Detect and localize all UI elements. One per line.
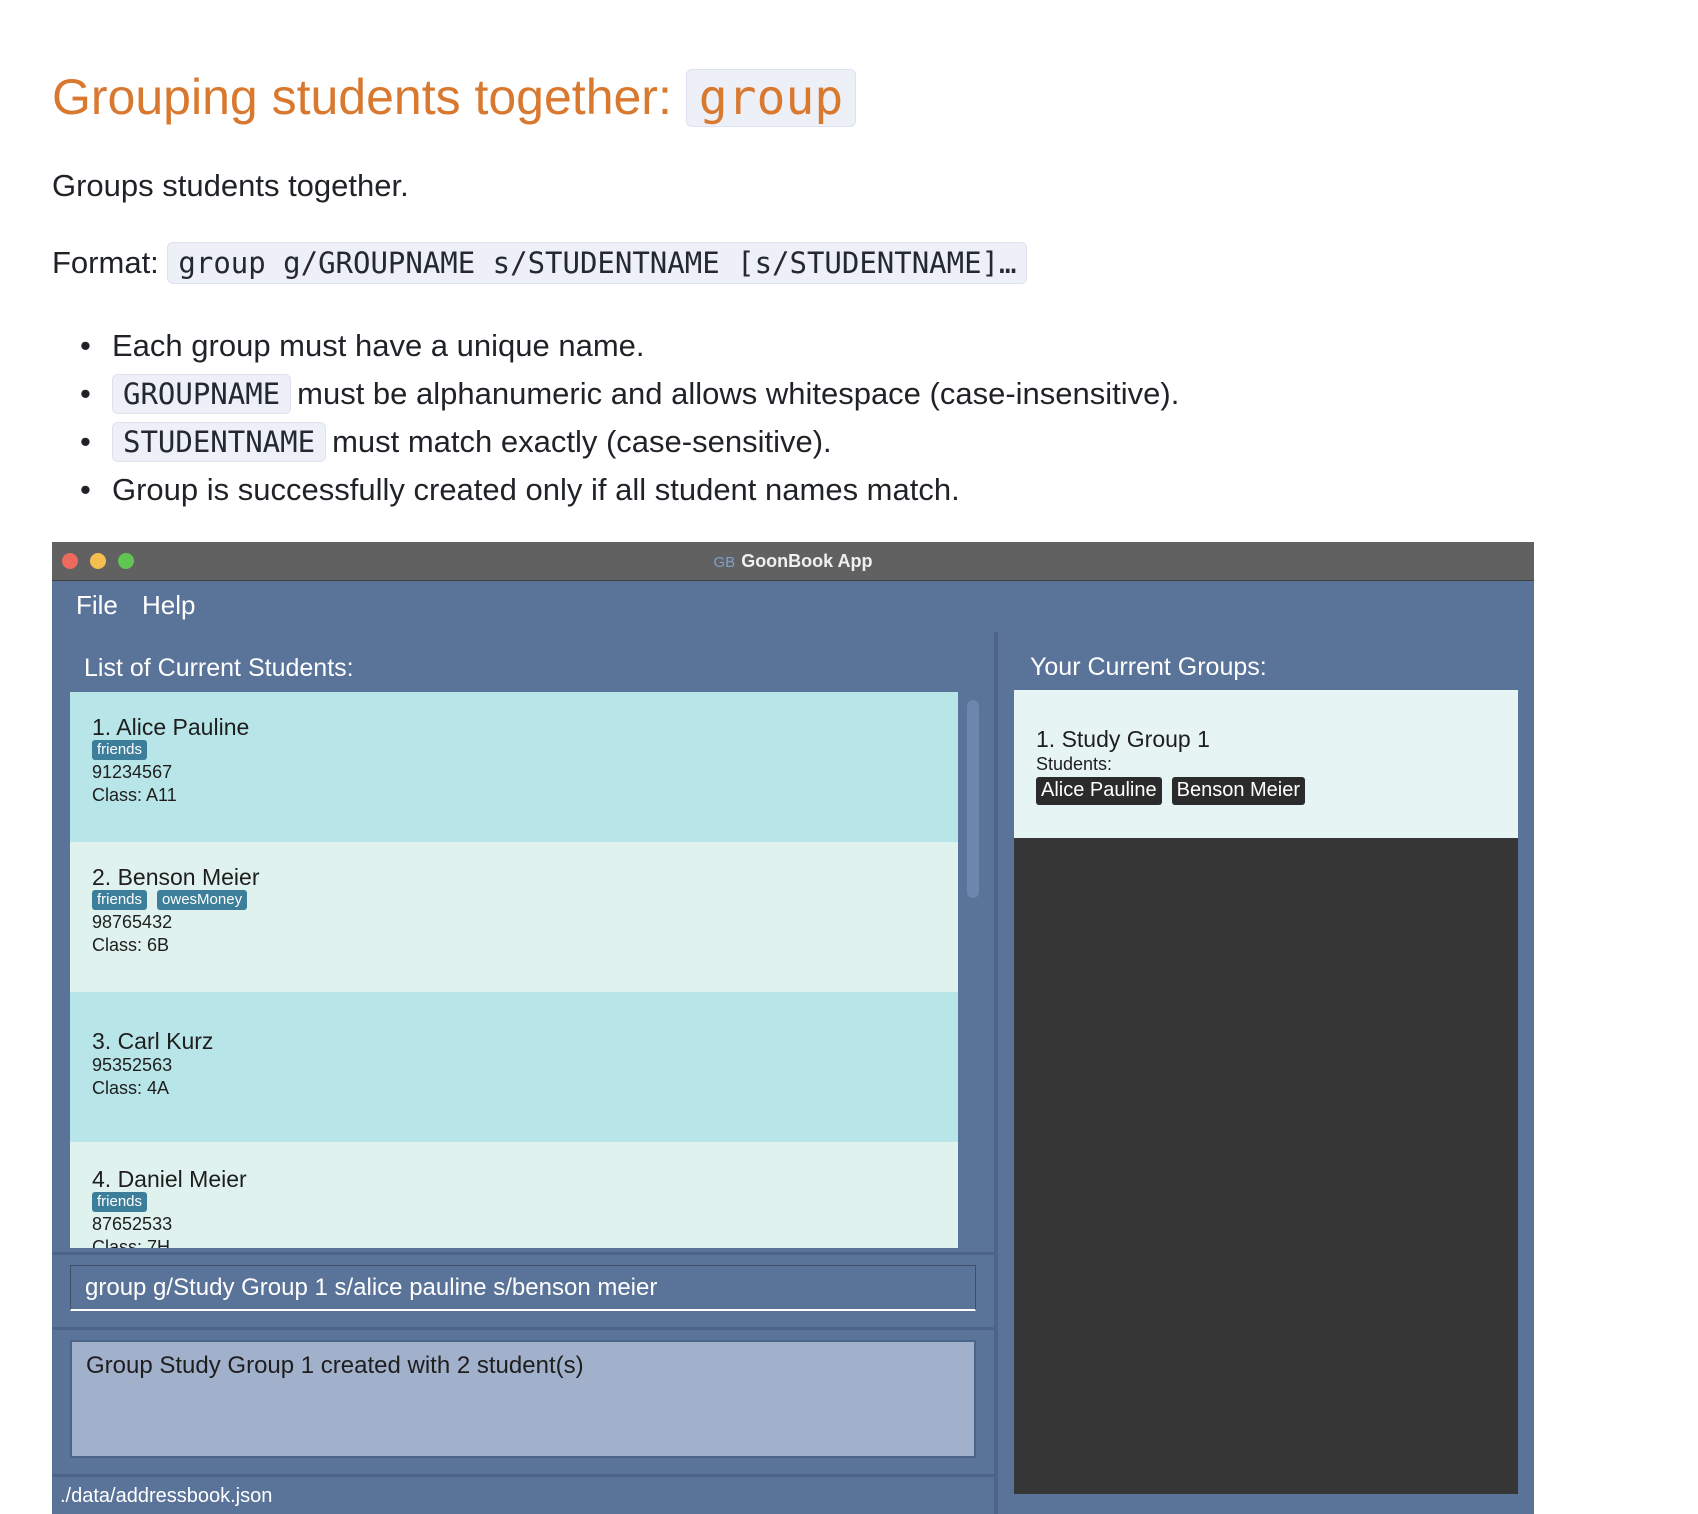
student-card[interactable]: 3. Carl Kurz 95352563 Class: 4A [70, 992, 958, 1142]
tag-list: friends [92, 740, 148, 760]
bullet-code: GROUPNAME [112, 374, 292, 414]
rules-list: Each group must have a unique name. GROU… [80, 322, 1180, 514]
member-chip: Benson Meier [1171, 777, 1306, 805]
app-logo-icon: GB [713, 554, 736, 571]
menu-file[interactable]: File [76, 590, 118, 621]
result-display: Group Study Group 1 created with 2 stude… [70, 1340, 976, 1458]
group-card[interactable]: 1. Study Group 1 Students: Alice Pauline… [1014, 690, 1518, 838]
student-class: Class: 4A [92, 1078, 170, 1098]
students-pane: List of Current Students: 1. Alice Pauli… [52, 632, 998, 1514]
command-box [52, 1252, 994, 1330]
list-item: GROUPNAMEmust be alphanumeric and allows… [80, 370, 1180, 418]
title-code: group [685, 69, 857, 127]
tag-badge: friends [92, 1192, 148, 1212]
window-title-text: GoonBook App [741, 551, 873, 571]
student-class: Class: 6B [92, 935, 170, 955]
menu-bar: File Help [52, 581, 1534, 629]
tag-list: friends [92, 1192, 148, 1212]
group-students-label: Students: [1036, 754, 1113, 774]
tag-badge: friends [92, 890, 148, 910]
page-title: Grouping students together: group [52, 60, 857, 135]
bullet-code: STUDENTNAME [112, 422, 327, 462]
app-window: GB GoonBook App File Help List of Current… [52, 542, 1534, 1514]
student-name: 1. Alice Pauline [92, 714, 250, 740]
student-list-scrollbar[interactable] [962, 692, 982, 1248]
format-code: group g/GROUPNAME s/STUDENTNAME [s/STUDE… [167, 242, 1028, 284]
format-label: Format: [52, 245, 168, 280]
groups-panel-title: Your Current Groups: [1030, 653, 1267, 681]
title-bar: GB GoonBook App [52, 542, 1534, 581]
student-phone: 87652533 [92, 1214, 173, 1234]
student-card[interactable]: 2. Benson Meier friends owesMoney 987654… [70, 842, 958, 992]
student-phone: 95352563 [92, 1055, 173, 1075]
format-line: Format: group g/GROUPNAME s/STUDENTNAME … [52, 242, 1028, 284]
student-name: 4. Daniel Meier [92, 1166, 247, 1192]
bullet-text: must match exactly (case-sensitive). [332, 424, 832, 459]
student-class: Class: 7H [92, 1237, 171, 1248]
list-item: STUDENTNAMEmust match exactly (case-sens… [80, 418, 1179, 466]
student-name: 3. Carl Kurz [92, 1028, 214, 1054]
scrollbar-thumb[interactable] [967, 700, 979, 898]
student-card[interactable]: 1. Alice Pauline friends 91234567 Class:… [70, 692, 958, 842]
tag-badge: owesMoney [157, 890, 248, 910]
command-input[interactable] [70, 1265, 976, 1311]
list-item: Each group must have a unique name. [80, 322, 1179, 370]
tag-badge: friends [92, 740, 148, 760]
student-phone: 98765432 [92, 912, 173, 932]
tag-list: friends owesMoney [92, 890, 248, 910]
students-panel-title: List of Current Students: [84, 654, 354, 682]
groups-pane: Your Current Groups: 1. Study Group 1 St… [998, 632, 1534, 1514]
menu-help[interactable]: Help [142, 590, 195, 621]
student-card[interactable]: 4. Daniel Meier friends 87652533 Class: … [70, 1142, 958, 1248]
status-bar-path: ./data/addressbook.json [52, 1474, 994, 1514]
bullet-text: Each group must have a unique name. [112, 328, 645, 363]
group-member-list: Alice Pauline Benson Meier [1036, 777, 1306, 805]
bullet-text: Group is successfully created only if al… [112, 472, 960, 507]
group-list[interactable]: 1. Study Group 1 Students: Alice Pauline… [1014, 690, 1518, 1494]
window-title: GB GoonBook App [52, 542, 1534, 582]
bullet-text: must be alphanumeric and allows whitespa… [297, 376, 1180, 411]
student-name: 2. Benson Meier [92, 864, 260, 890]
title-text: Grouping students together: [52, 69, 686, 125]
member-chip: Alice Pauline [1036, 777, 1162, 805]
description: Groups students together. [52, 168, 409, 203]
group-name: 1. Study Group 1 [1036, 726, 1210, 752]
student-class: Class: A11 [92, 785, 177, 805]
list-item: Group is successfully created only if al… [80, 466, 1179, 514]
student-list[interactable]: 1. Alice Pauline friends 91234567 Class:… [70, 692, 958, 1248]
student-phone: 91234567 [92, 762, 173, 782]
